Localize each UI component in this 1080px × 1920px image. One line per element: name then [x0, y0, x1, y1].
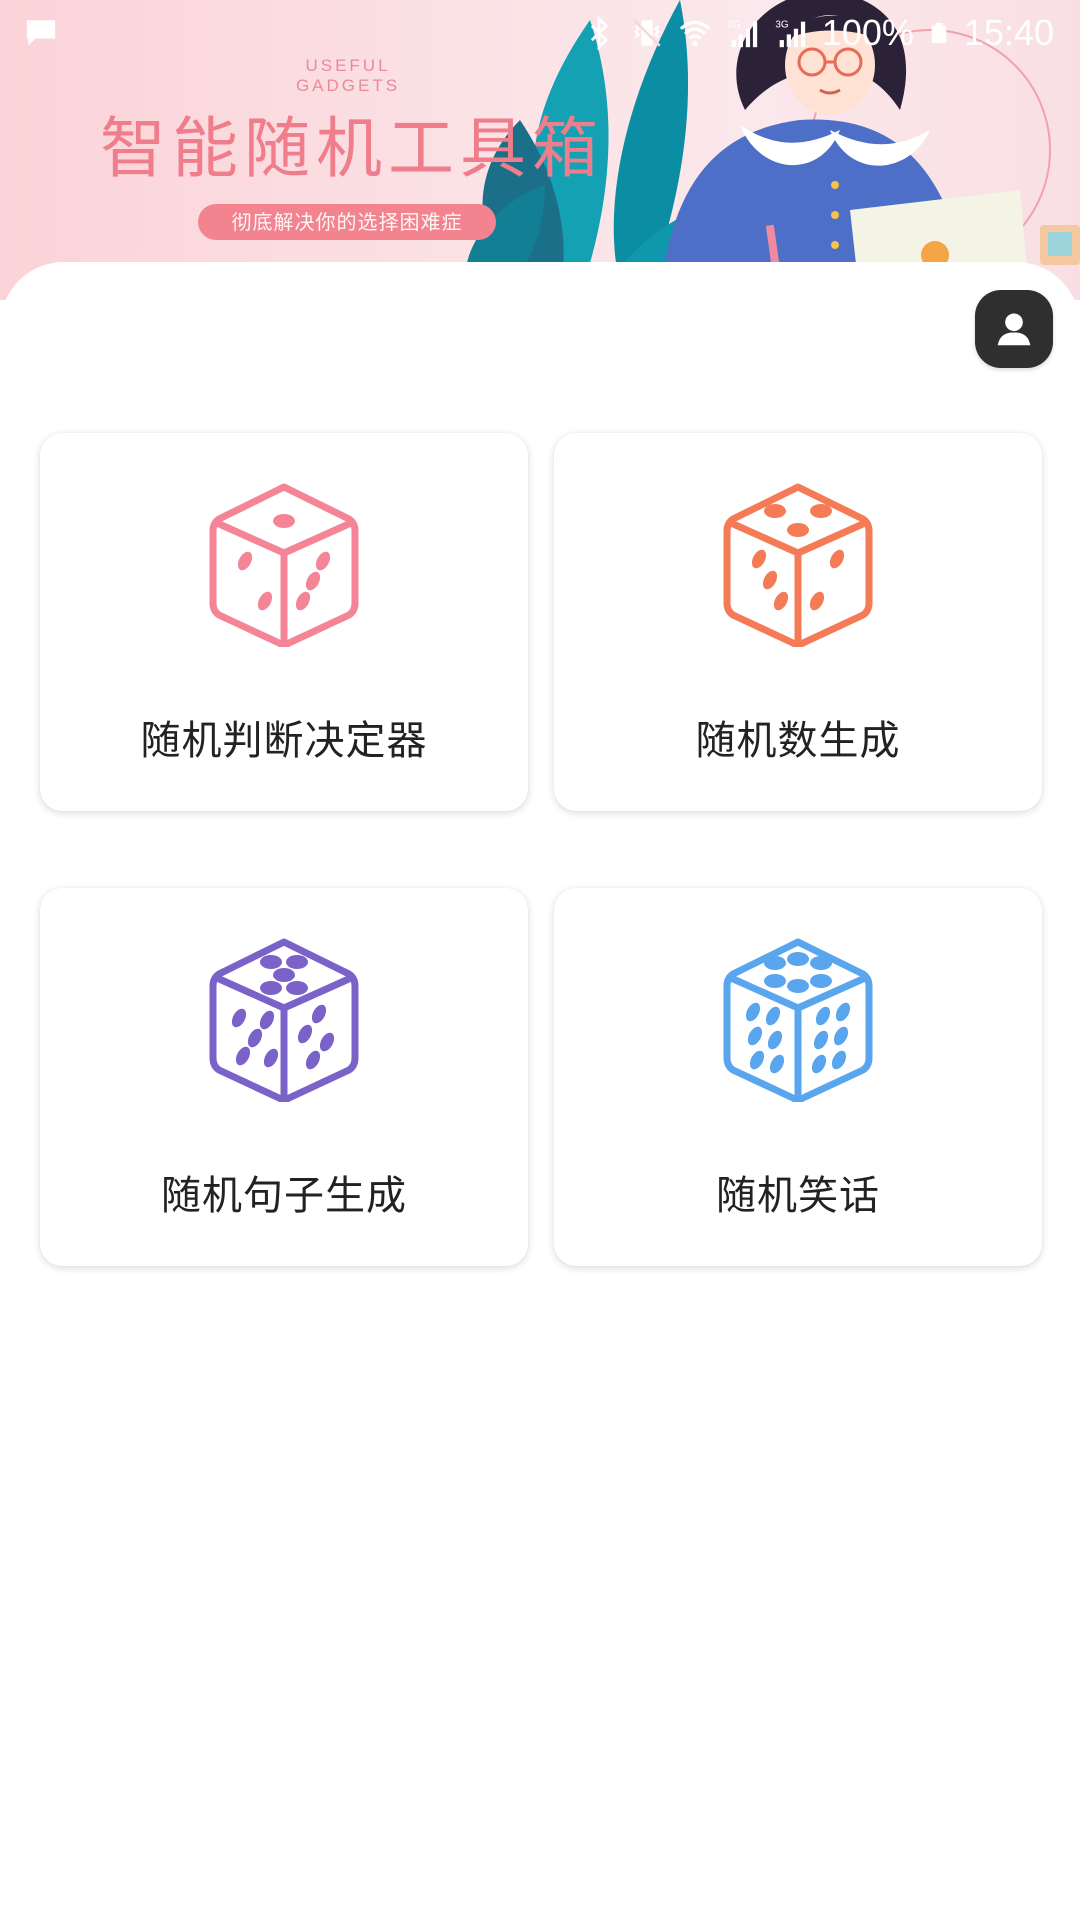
status-bar: 2G 3G 100% 15:40	[0, 0, 1080, 66]
dice-pip	[305, 1050, 321, 1070]
tool-card-random-sentence[interactable]: 随机句子生成	[40, 888, 528, 1266]
message-icon	[26, 20, 56, 46]
dice-pip	[811, 1054, 827, 1074]
dice-pip	[809, 591, 825, 611]
banner-title: 智能随机工具箱	[100, 110, 604, 187]
dice-pip	[815, 1006, 831, 1026]
tool-card-label: 随机数生成	[695, 718, 901, 764]
dice-pip	[273, 514, 295, 528]
dice-icon	[723, 483, 873, 647]
dice-pip	[764, 504, 786, 518]
dice-pip	[767, 1030, 783, 1050]
dice-pip	[810, 956, 832, 970]
dice-pip	[286, 981, 308, 995]
dice-pip	[260, 955, 282, 969]
dice-pip	[833, 1026, 849, 1046]
dice-pip	[259, 1010, 275, 1030]
dice-pip	[787, 979, 809, 993]
dice-pip	[787, 952, 809, 966]
dice-pip	[831, 1050, 847, 1070]
dice-pip	[311, 1004, 327, 1024]
dice-pip	[745, 1002, 761, 1022]
dice-pip	[813, 1030, 829, 1050]
wifi-icon	[679, 20, 711, 47]
dice-pip	[257, 591, 273, 611]
tool-card-label: 随机笑话	[716, 1173, 880, 1219]
dice-pip	[835, 1002, 851, 1022]
dice-pip	[787, 523, 809, 537]
vibrate-icon	[633, 19, 661, 47]
dice-pip	[295, 591, 311, 611]
screen: USEFUL GADGETS 智能随机工具箱 彻底解决你的选择困难症 2G 3G…	[0, 0, 1080, 1920]
dice-pip	[749, 1050, 765, 1070]
dice-pip	[810, 504, 832, 518]
profile-button[interactable]	[975, 290, 1053, 368]
dice-pip	[762, 570, 778, 590]
dice-pip	[769, 1054, 785, 1074]
dice-pip	[773, 591, 789, 611]
tool-card-random-joke[interactable]: 随机笑话	[554, 888, 1042, 1266]
signal-2g-icon: 2G	[727, 19, 757, 48]
signal-2g-label: 2G	[727, 19, 740, 30]
dice-icon	[723, 938, 873, 1102]
dice-pip	[829, 549, 845, 569]
battery-percent: 100%	[821, 12, 914, 53]
tool-card-random-decision[interactable]: 随机判断决定器	[40, 433, 528, 811]
dice-pip	[286, 955, 308, 969]
dice-pip	[751, 549, 767, 569]
dice-pip	[273, 968, 295, 982]
dice-pip	[319, 1032, 335, 1052]
dice-pip	[764, 974, 786, 988]
dice-pip	[231, 1008, 247, 1028]
bluetooth-icon	[590, 16, 608, 50]
dice-icon	[209, 938, 359, 1102]
dice-pip	[810, 974, 832, 988]
dice-pip	[260, 981, 282, 995]
dice-pip	[297, 1024, 313, 1044]
signal-3g-icon: 3G	[775, 19, 805, 48]
dice-pip	[315, 551, 331, 571]
tool-card-random-number[interactable]: 随机数生成	[554, 433, 1042, 811]
user-icon	[997, 313, 1031, 346]
clock: 15:40	[963, 12, 1054, 53]
status-icons: 2G 3G 100% 15:40	[582, 10, 1054, 56]
dice-icon	[209, 483, 359, 647]
dice-pip	[765, 1006, 781, 1026]
dice-pip	[235, 1046, 251, 1066]
dice-pip	[247, 1028, 263, 1048]
signal-3g-label: 3G	[775, 19, 788, 30]
dice-pip	[747, 1026, 763, 1046]
dice-pip	[263, 1048, 279, 1068]
dice-pip	[305, 571, 321, 591]
dice-pip	[764, 956, 786, 970]
dice-pip	[237, 551, 253, 571]
tool-card-label: 随机句子生成	[161, 1173, 407, 1219]
tool-card-label: 随机判断决定器	[140, 718, 428, 764]
battery-icon	[931, 22, 947, 44]
banner-tagline: 彻底解决你的选择困难症	[198, 204, 496, 240]
